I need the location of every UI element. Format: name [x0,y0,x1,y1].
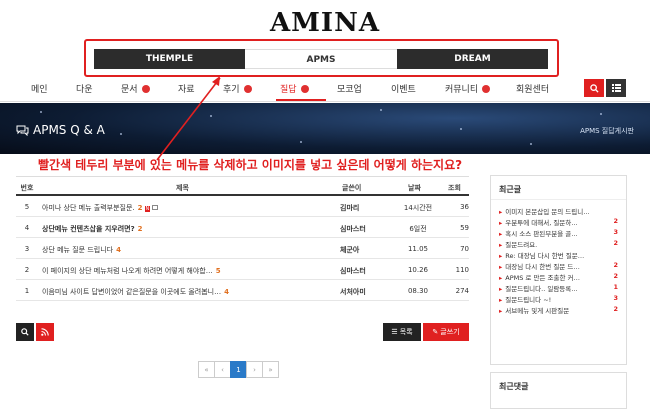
post-author[interactable]: 심마스터 [340,224,366,234]
pagination: « ‹ 1 › » [198,361,279,378]
site-logo[interactable]: AMINA [0,8,650,38]
image-icon [152,205,159,210]
post-title[interactable]: 이 페이지의 상단 메뉴처럼 나오게 하려면 어떻게 해야합… [42,267,213,275]
list-button[interactable]: ☰ 목록 [383,323,421,341]
bullet-icon: ▸ [499,263,503,271]
bullet-icon: ▸ [499,230,503,238]
col-author[interactable]: 글쓴이 [342,183,361,193]
list-item[interactable]: ▸ 이미지 본문삽입 문의 드립니… [499,206,618,217]
comments-icon [16,125,29,136]
post-title[interactable]: 아미나 상단 메뉴 출력부분질문. [42,204,135,212]
comment-count: 4 [224,288,229,296]
search-button[interactable] [584,79,604,97]
page-banner: APMS Q & A APMS 질답게시판 [0,103,650,154]
list-item[interactable]: ▸ 대장님 다시 한번 질문 드… 2 [499,261,618,272]
post-author[interactable]: 체군아 [340,245,359,255]
recent-posts-title: 최근글 [491,176,626,200]
col-num[interactable]: 번호 [16,183,38,193]
table-row[interactable]: 5 아미나 상단 메뉴 출력부분질문. 2 N 김마리 14시간전 36 [16,196,469,217]
list-item[interactable]: ▸ Re: 대장님 다시 한번 질문… [499,250,618,261]
col-title[interactable]: 제목 [176,183,189,193]
col-views[interactable]: 조회 [448,183,461,193]
recent-comments-title: 최근댓글 [499,382,529,391]
post-author[interactable]: 심마스터 [340,266,366,276]
board-search-button[interactable] [16,323,34,341]
rss-button[interactable] [36,323,54,341]
board-table: 번호 제목 글쓴이 날짜 조회 5 아미나 상단 메뉴 출력부분질문. 2 N 김마… [16,176,469,301]
comment-count: 2 [137,225,143,233]
list-icon [611,84,621,92]
nav-item-docs[interactable]: 문서 [121,82,150,95]
menu-button[interactable] [606,79,626,97]
bullet-icon: ▸ [499,208,503,216]
bullet-icon: ▸ [499,252,503,260]
annotation-text: 빨간색 테두리 부분에 있는 메뉴를 삭제하고 이미지를 넣고 싶은데 어떻게 … [38,158,463,172]
next-page-button[interactable]: › [246,361,263,378]
current-page[interactable]: 1 [230,361,247,378]
active-nav-indicator [276,99,326,101]
table-row[interactable]: 4 상단메뉴 컨텐츠삽을 지우려면? 2 심마스터 6일전 59 [16,217,469,238]
new-dot-icon [141,84,150,93]
nav-item-member[interactable]: 회원센터 [516,82,549,95]
post-author[interactable]: 서처아미 [340,287,366,297]
list-item[interactable]: ▸ 질문드려요. 2 [499,239,618,250]
table-header: 번호 제목 글쓴이 날짜 조회 [16,176,469,196]
nav-item-download[interactable]: 다운 [76,82,93,95]
rss-icon [41,328,49,336]
search-icon [21,328,29,336]
post-title[interactable]: 상단 메뉴 질문 드립니다 [42,246,113,254]
pencil-icon: ✎ [432,328,439,336]
comment-count: 5 [215,267,221,275]
last-page-button[interactable]: » [262,361,279,378]
table-row[interactable]: 1 이음미님 사이트 답변이었어 같은질문을 이곳에도 올려봅니… 4 서처아미 … [16,280,469,301]
list-item[interactable]: ▸ 우분투에 대해서, 질문하… 2 [499,217,618,228]
bullet-icon: ▸ [499,307,503,315]
post-author[interactable]: 김마리 [340,203,359,213]
nav-item-mockup[interactable]: 모코업 [337,82,362,95]
annotation-red-border [84,39,559,77]
nav-item-event[interactable]: 이벤트 [391,82,416,95]
bullet-icon: ▸ [499,219,503,227]
list-item[interactable]: ▸ 혹시 소스 판된부분을 골… 3 [499,228,618,239]
nav-item-reviews[interactable]: 후기 [223,82,252,95]
bullet-icon: ▸ [499,296,503,304]
list-icon: ☰ [391,328,398,336]
table-row[interactable]: 2 이 페이지의 상단 메뉴처럼 나오게 하려면 어떻게 해야합… 5 심마스터 … [16,259,469,280]
nav-item-qna[interactable]: 질답 [280,82,309,95]
nav-item-community[interactable]: 커뮤니티 [445,82,491,95]
new-badge-icon: N [144,206,151,212]
nav-item-resources[interactable]: 자료 [178,82,195,95]
bullet-icon: ▸ [499,274,503,282]
write-button[interactable]: ✎ 글쓰기 [423,323,469,341]
first-page-button[interactable]: « [198,361,215,378]
post-title[interactable]: 상단메뉴 컨텐츠삽을 지우려면? [42,225,135,233]
table-row[interactable]: 3 상단 메뉴 질문 드립니다 4 체군아 11.05 70 [16,238,469,259]
page-title: APMS Q & A [16,123,105,137]
new-dot-icon [482,84,491,93]
bullet-icon: ▸ [499,285,503,293]
post-title[interactable]: 이음미님 사이트 답변이었어 같은질문을 이곳에도 올려봅니… [42,288,221,296]
comment-count: 4 [116,246,121,254]
list-item[interactable]: ▸ APMS 로 만든 조출한 커… 2 [499,272,618,283]
list-item[interactable]: ▸ 서브메뉴 및게 시판질문 2 [499,305,618,316]
new-dot-icon [243,84,252,93]
prev-page-button[interactable]: ‹ [214,361,231,378]
main-nav: 메인 다운 문서 자료 후기 질답 모코업 이벤트 커뮤니티 회원센터 [0,74,650,102]
list-item[interactable]: ▸ 질문드립니다 ~! 3 [499,294,618,305]
col-date[interactable]: 날짜 [408,183,421,193]
list-item[interactable]: ▸ 질문드립니다.. 일람등록… 1 [499,283,618,294]
comment-count: 2 [137,204,143,212]
breadcrumb: APMS 질답게시판 [580,127,634,135]
nav-item-main[interactable]: 메인 [31,82,48,95]
recent-posts-panel: 최근글 ▸ 이미지 본문삽입 문의 드립니… ▸ 우분투에 대해서, 질문하… 2 ▸… [490,175,627,365]
search-icon [589,83,599,93]
new-dot-icon [300,84,309,93]
recent-comments-panel: 최근댓글 [490,372,627,409]
bullet-icon: ▸ [499,241,503,249]
